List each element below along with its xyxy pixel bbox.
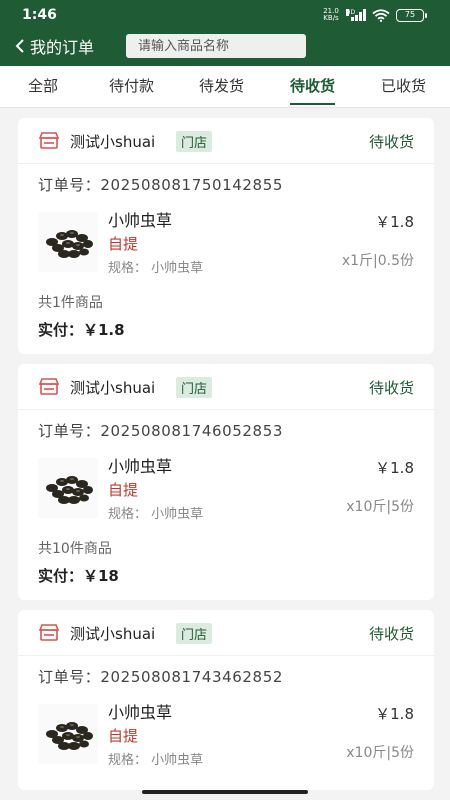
order-status: 待收货 xyxy=(368,625,414,643)
product-price: ￥1.8 xyxy=(375,459,414,477)
product-quantity: x1斤|0.5份 xyxy=(341,253,414,269)
order-status: 待收货 xyxy=(368,133,414,151)
product-spec: 规格： 小帅虫草 xyxy=(108,507,204,522)
page-title: 我的订单 xyxy=(30,38,95,57)
chevron-left-icon xyxy=(15,39,24,53)
store-icon xyxy=(38,624,60,641)
pickup-tag: 自提 xyxy=(108,727,139,745)
product-spec: 规格： 小帅虫草 xyxy=(108,261,204,276)
battery-icon: 75 xyxy=(396,8,427,22)
tab-received[interactable]: 已收货 xyxy=(381,75,426,96)
pickup-tag: 自提 xyxy=(108,235,139,253)
order-card-header: 测试小shuai 门店 待收货 xyxy=(18,364,434,410)
tab-pending-receipt[interactable]: 待收货 xyxy=(290,75,336,105)
store-icon xyxy=(38,132,60,149)
cell-signal-icon: HD xyxy=(346,9,366,21)
product-spec: 规格： 小帅虫草 xyxy=(108,753,204,768)
product-quantity: x10斤|5份 xyxy=(346,745,414,761)
product-name: 小帅虫草 xyxy=(108,703,173,722)
paid-amount: 实付：￥18 xyxy=(38,567,119,585)
search-input[interactable] xyxy=(126,34,306,58)
product-price: ￥1.8 xyxy=(375,213,414,231)
order-tabs: 全部 待付款 待发货 待收货 已收货 xyxy=(0,66,450,108)
wifi-icon xyxy=(372,8,390,22)
order-card[interactable]: 测试小shuai 门店 待收货 订单号：202508081746052853 小… xyxy=(18,364,434,600)
product-quantity: x10斤|5份 xyxy=(346,499,414,515)
nav-bar: 我的订单 xyxy=(0,30,450,66)
tab-all[interactable]: 全部 xyxy=(28,75,58,96)
order-status: 待收货 xyxy=(368,379,414,397)
product-name: 小帅虫草 xyxy=(108,457,173,476)
app-header: 1:46 21.0 KB/s HD 75 我的订单 xyxy=(0,0,450,66)
status-time: 1:46 xyxy=(22,7,57,23)
order-card-header: 测试小shuai 门店 待收货 xyxy=(18,118,434,164)
product-image xyxy=(38,704,98,764)
home-indicator[interactable] xyxy=(142,790,308,794)
shop-name: 测试小shuai xyxy=(70,133,156,151)
order-number: 订单号：2025080817501428​55 xyxy=(38,176,283,194)
product-name: 小帅虫草 xyxy=(108,211,173,230)
store-badge: 门店 xyxy=(176,377,213,398)
order-card-header: 测试小shuai 门店 待收货 xyxy=(18,610,434,656)
order-number: 订单号：202508081743462852 xyxy=(38,668,283,686)
store-badge: 门店 xyxy=(176,623,213,644)
product-image xyxy=(38,458,98,518)
item-count: 共1件商品 xyxy=(38,295,103,311)
shop-name: 测试小shuai xyxy=(70,379,156,397)
status-icons: 21.0 KB/s HD 75 xyxy=(322,7,427,22)
item-count: 共10件商品 xyxy=(38,541,112,557)
pickup-tag: 自提 xyxy=(108,481,139,499)
tab-pending-shipment[interactable]: 待发货 xyxy=(199,75,244,96)
back-button[interactable]: 我的订单 xyxy=(14,34,94,58)
tab-pending-payment[interactable]: 待付款 xyxy=(109,75,154,96)
order-number: 订单号：202508081746052853 xyxy=(38,422,283,440)
order-card[interactable]: 测试小shuai 门店 待收货 订单号：2025080817501428​55 … xyxy=(18,118,434,354)
store-icon xyxy=(38,378,60,395)
store-badge: 门店 xyxy=(176,131,213,152)
order-card[interactable]: 测试小shuai 门店 待收货 订单号：202508081743462852 小… xyxy=(18,610,434,790)
shop-name: 测试小shuai xyxy=(70,625,156,643)
paid-amount: 实付：￥1.8 xyxy=(38,321,125,339)
product-image xyxy=(38,212,98,272)
network-speed: 21.0 KB/s xyxy=(323,7,339,22)
product-price: ￥1.8 xyxy=(375,705,414,723)
status-bar: 1:46 21.0 KB/s HD 75 xyxy=(0,0,450,30)
